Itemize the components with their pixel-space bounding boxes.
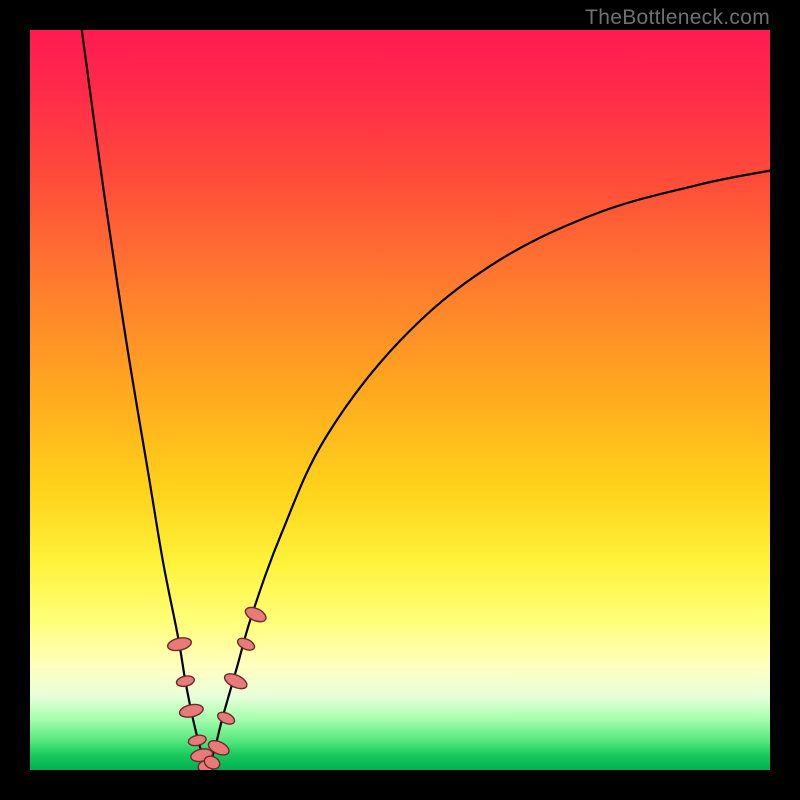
beads-group bbox=[166, 605, 268, 770]
curve-left-branch bbox=[82, 30, 208, 770]
chart-plot-area bbox=[30, 30, 770, 770]
bead-marker bbox=[236, 636, 257, 653]
bead-marker bbox=[216, 710, 237, 727]
chart-svg bbox=[30, 30, 770, 770]
bead-marker bbox=[176, 674, 196, 688]
bead-marker bbox=[243, 605, 268, 625]
bead-marker bbox=[178, 702, 204, 719]
bead-marker bbox=[187, 734, 207, 748]
curve-right-branch bbox=[208, 171, 770, 770]
chart-frame: TheBottleneck.com bbox=[0, 0, 800, 800]
watermark-text: TheBottleneck.com bbox=[585, 6, 770, 30]
bead-marker bbox=[166, 636, 192, 653]
